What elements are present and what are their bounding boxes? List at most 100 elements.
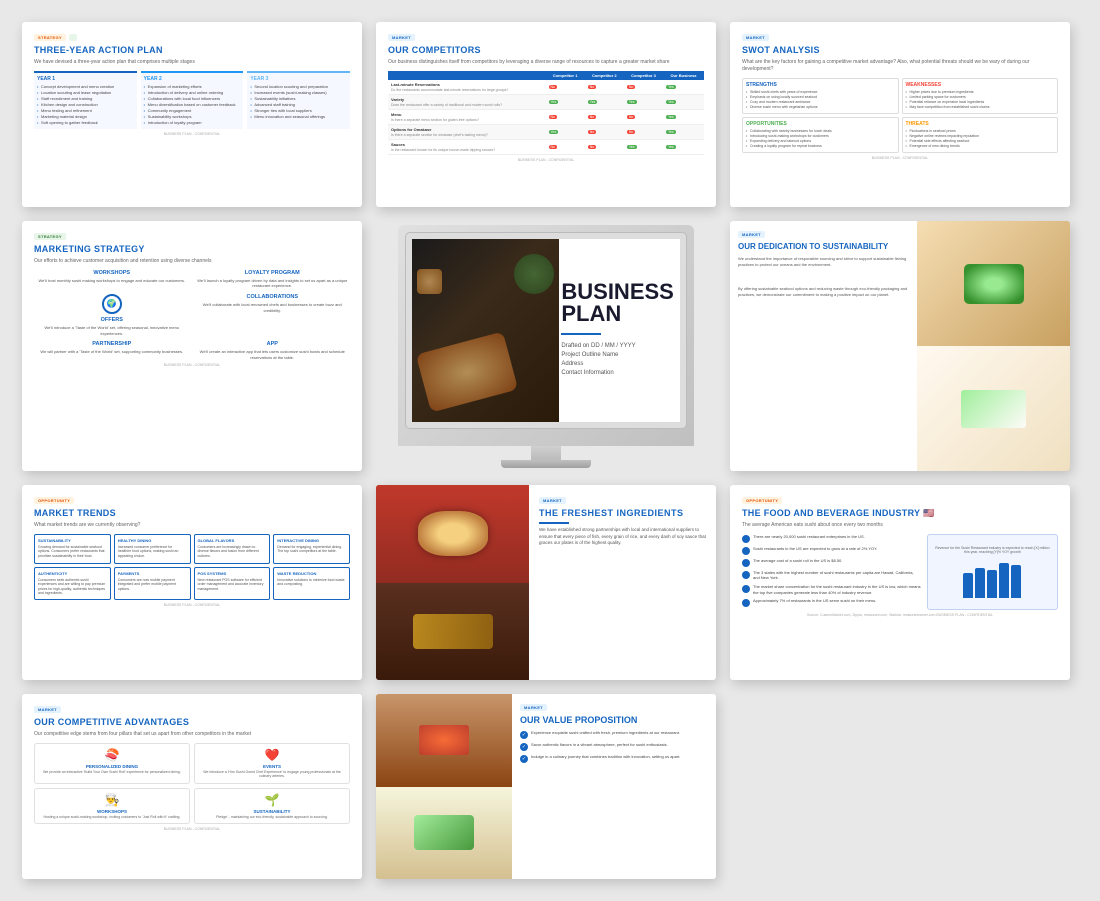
trend-waste-text: Innovative solutions to minimize food wa… <box>277 578 346 587</box>
slide-three-year: STRATEGY THREE-YEAR ACTION PLAN We have … <box>22 22 362 207</box>
adv-item-events: ❤️ EVENTS We introduce a 'Hiro Sushi Gue… <box>194 743 350 784</box>
comp-th-1: Competitor 1 <box>546 71 585 80</box>
comp-val: Yes <box>663 109 704 124</box>
comp-feature-label: MenuIs there a separate menu section for… <box>388 109 546 124</box>
trend-payments: PAYMENTS Consumers are now mobile paymen… <box>114 567 191 600</box>
swot-item: Creating a loyalty program for repeat bu… <box>746 144 895 148</box>
comp-val: Yes <box>663 80 704 95</box>
stat-bullet <box>742 547 750 555</box>
trend-sust-text: Growing demand for sustainable seafood o… <box>38 545 107 559</box>
main-grid: STRATEGY THREE-YEAR ACTION PLAN We have … <box>0 0 1100 901</box>
swot-threats-title: THREATS <box>906 121 1055 127</box>
comp-val: Yes <box>624 94 663 109</box>
swot-item: Higher prices due to premium ingredients <box>906 90 1055 94</box>
year3-item: Second location scouting and preparation <box>250 84 347 89</box>
swot-item: Diverse sushi menu with vegetarian optio… <box>746 105 895 109</box>
bar-3 <box>987 570 997 598</box>
sushi-roll-img <box>418 511 488 556</box>
adv-item-dining: 🍣 PERSONALIZED DINING We provide an inte… <box>34 743 190 784</box>
sust-tag: MARKET <box>738 231 765 238</box>
comp-th-us: Our Business <box>663 71 704 80</box>
marketing-offers-title: OFFERS <box>34 317 190 323</box>
comp-val: Yes <box>546 94 585 109</box>
table-row: VarietyDoes the restaurant offer a varie… <box>388 94 704 109</box>
adv-events-icon: ❤️ <box>199 748 345 762</box>
adv-footer: BUSINESS PLAN - CONFIDENTIAL <box>34 824 350 831</box>
salmon-img <box>419 725 469 755</box>
marketing-collab-text: We'll collaborate with local renowned ch… <box>195 302 351 313</box>
year2-item: Community engagement <box>144 108 241 113</box>
swot-item: Emergence of new dining trends <box>906 144 1055 148</box>
three-year-title: THREE-YEAR ACTION PLAN <box>34 45 350 56</box>
bp-title-main: BUSINESS <box>561 281 670 303</box>
stat-row: The 3 states with the highest number of … <box>742 570 921 581</box>
table-row: Options for OmakaseIs there a separate s… <box>388 124 704 139</box>
swot-threats: THREATS Fluctuations in seafood prices N… <box>902 117 1059 153</box>
monitor-bezel: BUSINESS PLAN Drafted on DD / MM / YYYY … <box>398 225 694 446</box>
comp-val: Yes <box>546 124 585 139</box>
trend-pos-title: POS SYSTEMS <box>198 571 267 576</box>
trend-healthy-title: HEALTHY DINING <box>118 538 187 543</box>
marketing-item-partnership: PARTNERSHIP We will partner with a 'Tast… <box>34 341 190 360</box>
slide-tag-opportunity: STRATEGY <box>34 34 66 41</box>
trends-footer: BUSINESS PLAN - CONFIDENTIAL <box>34 600 350 607</box>
year1-item: Kitchen design and construction <box>37 102 134 107</box>
marketing-workshops-text: We'll host monthly sushi making workshop… <box>34 278 190 284</box>
value-tag: MARKET <box>520 704 547 711</box>
trend-pos-text: New restaurant POS software for efficien… <box>198 578 267 592</box>
marketing-item-workshops: WORKSHOPS We'll host monthly sushi makin… <box>34 270 190 289</box>
trend-sust-title: SUSTAINABILITY <box>38 538 107 543</box>
comp-val: No <box>546 109 585 124</box>
garnish-deco <box>514 254 554 294</box>
bar-1 <box>963 573 973 598</box>
comp-val: Yes <box>585 94 624 109</box>
freshest-image-col <box>376 485 529 680</box>
freshest-title: THE FRESHEST INGREDIENTS <box>539 508 706 519</box>
year2-item: Expansion of marketing efforts <box>144 84 241 89</box>
value-check-2: ✓ <box>520 743 528 751</box>
trend-interactive: INTERACTIVE DINING Demand for engaging, … <box>273 534 350 564</box>
bp-content: BUSINESS PLAN Drafted on DD / MM / YYYY … <box>551 239 680 422</box>
slide-food-beverage: OPPORTUNITY THE FOOD AND BEVERAGE INDUST… <box>730 485 1070 680</box>
bp-slide: BUSINESS PLAN Drafted on DD / MM / YYYY … <box>412 239 680 422</box>
freshest-divider <box>539 522 569 524</box>
bp-contact: Contact Information <box>561 370 670 376</box>
stat-text: Sushi restaurants in the US are expected… <box>753 546 921 552</box>
stat-row: There are nearly 20,000 sushi restaurant… <box>742 534 921 543</box>
bp-image-bg <box>412 239 559 422</box>
value-item-2: ✓ Savor authentic flavors in a vibrant a… <box>520 742 708 751</box>
monitor-body: BUSINESS PLAN Drafted on DD / MM / YYYY … <box>406 225 686 468</box>
year1-label: YEAR 1 <box>37 76 134 82</box>
stat-bullet <box>742 585 750 593</box>
swot-item: Emphasis on using locally sourced seafoo… <box>746 95 895 99</box>
adv-events-text: We introduce a 'Hiro Sushi Guest Chef Ex… <box>199 770 345 779</box>
marketing-collab-title: COLLABORATIONS <box>195 294 351 300</box>
competitors-tag: MARKET <box>388 34 415 41</box>
sust-rolls-img <box>961 390 1026 428</box>
marketing-app-title: APP <box>195 341 351 347</box>
value-item-1: ✓ Experience exquisite sushi crafted wit… <box>520 730 708 739</box>
table-row: SaucesIs the restaurant known for its un… <box>388 139 704 154</box>
slide-tag-strategy <box>69 34 77 41</box>
comp-feature-label: VarietyDoes the restaurant offer a varie… <box>388 94 546 109</box>
bar-4 <box>999 563 1009 598</box>
stat-row: Sushi restaurants in the US are expected… <box>742 546 921 555</box>
swot-item: Potential side effects affecting seafood <box>906 139 1055 143</box>
comp-feature-label: Last-minute ReservationsDo the restauran… <box>388 80 546 95</box>
year3-item: Sustainability initiatives <box>250 96 347 101</box>
monitor-neck <box>531 446 561 460</box>
sust-text1: We understand the importance of responsi… <box>738 256 909 268</box>
marketing-item-collab: COLLABORATIONS We'll collaborate with lo… <box>195 294 351 336</box>
slide-swot: MARKET SWOT ANALYSIS What are the key fa… <box>730 22 1070 207</box>
swot-footer: BUSINESS PLAN - CONFIDENTIAL <box>742 153 1058 160</box>
year2-item: Menu diversification based on customer f… <box>144 102 241 107</box>
swot-item: Introducing sushi-making workshops for c… <box>746 134 895 138</box>
bp-address: Address <box>561 361 670 367</box>
table-row: MenuIs there a separate menu section for… <box>388 109 704 124</box>
swot-item: Collaborating with nearby businesses for… <box>746 129 895 133</box>
comp-feature-label: SaucesIs the restaurant known for its un… <box>388 139 546 154</box>
value-title: OUR VALUE PROPOSITION <box>520 715 708 726</box>
adv-subtitle: Our competitive edge stems from four pil… <box>34 731 350 738</box>
rolls-img <box>414 815 474 850</box>
adv-grid: 🍣 PERSONALIZED DINING We provide an inte… <box>34 743 350 825</box>
